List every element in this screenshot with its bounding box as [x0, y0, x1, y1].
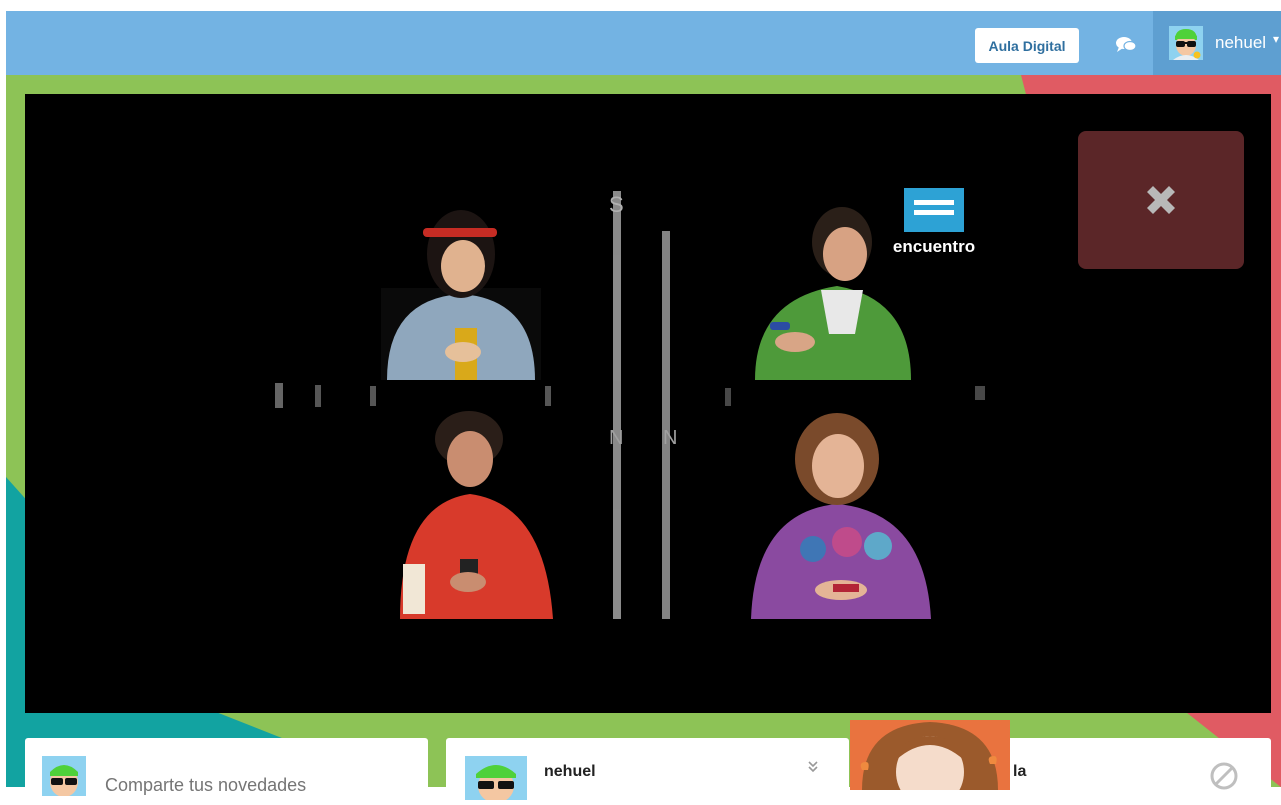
svg-text:S: S	[609, 192, 624, 217]
aula-digital-button[interactable]: Aula Digital	[975, 28, 1079, 63]
post-avatar-icon	[465, 756, 527, 803]
post-2-author[interactable]: la	[1013, 763, 1026, 781]
compose-card	[25, 738, 428, 798]
top-strip	[0, 0, 1281, 11]
user-name: nehuel	[1215, 33, 1267, 52]
close-x-icon	[1147, 186, 1175, 214]
post-card-2: la	[850, 720, 1271, 798]
svg-text:N: N	[663, 427, 677, 449]
encuentro-logo-text: encuentro	[893, 237, 975, 256]
third-avatar-icon	[850, 720, 1010, 790]
ban-icon[interactable]	[1208, 760, 1240, 792]
close-video-button[interactable]	[1078, 131, 1244, 269]
compose-avatar-icon	[42, 756, 86, 797]
post-card: nehuel	[446, 738, 849, 803]
user-avatar-icon	[1169, 26, 1203, 60]
double-chevron-down-icon[interactable]	[806, 760, 820, 774]
post-author[interactable]: nehuel	[544, 763, 596, 781]
compose-input[interactable]	[105, 772, 405, 798]
caret-down-icon: ▾	[1273, 32, 1280, 46]
svg-text:N: N	[609, 427, 623, 449]
user-menu[interactable]: nehuel ▾	[1153, 11, 1281, 75]
chat-bubbles-icon[interactable]	[1114, 35, 1138, 55]
top-navbar: Aula Digital nehuel ▾	[6, 11, 1281, 75]
video-player[interactable]: S N N encuentro	[25, 94, 1271, 713]
encuentro-logo: encuentro	[893, 188, 975, 256]
